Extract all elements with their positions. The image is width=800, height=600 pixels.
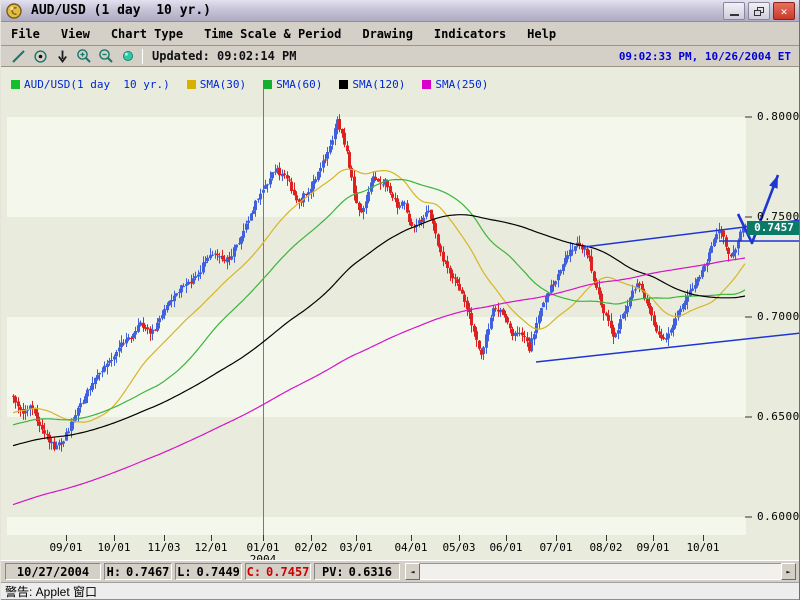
app-window: AUD/USD (1 day 10 yr.) ✕ File View Chart… xyxy=(0,0,800,600)
scroll-left-button[interactable]: ◄ xyxy=(405,563,420,580)
x-axis-label: 08/02 xyxy=(589,541,622,554)
down-arrow-icon[interactable] xyxy=(51,47,73,65)
zoom-out-icon[interactable] xyxy=(95,47,117,65)
close-icon: ✕ xyxy=(781,5,788,18)
x-axis-label: 10/01 xyxy=(686,541,719,554)
legend-swatch xyxy=(11,80,20,89)
dot-marker-icon[interactable] xyxy=(29,47,51,65)
x-axis-label: 12/01 xyxy=(194,541,227,554)
window-title: AUD/USD (1 day 10 yr.) xyxy=(31,3,211,18)
applet-warning-text: 警告: Applet 窗口 xyxy=(5,583,97,600)
menu-view[interactable]: View xyxy=(61,27,90,41)
title-bar: AUD/USD (1 day 10 yr.) ✕ xyxy=(1,0,799,22)
menu-help[interactable]: Help xyxy=(527,27,556,41)
toolbar-separator xyxy=(142,49,143,64)
status-bar: 10/27/2004 H:0.7467 L:0.7449 C:0.7457 PV… xyxy=(1,560,799,582)
x-axis-label: 07/01 xyxy=(539,541,572,554)
x-axis-label: 10/01 xyxy=(97,541,130,554)
x-axis-label: 06/01 xyxy=(489,541,522,554)
legend-swatch xyxy=(422,80,431,89)
restore-icon xyxy=(754,7,764,16)
menu-time-scale-period[interactable]: Time Scale & Period xyxy=(204,27,341,41)
x-axis-label: 09/01 xyxy=(636,541,669,554)
x-axis-label: 02/02 xyxy=(294,541,327,554)
x-axis-label: 05/03 xyxy=(442,541,475,554)
legend-swatch xyxy=(263,80,272,89)
chart-legend: AUD/USD(1 day 10 yr.) SMA(30) SMA(60) SM… xyxy=(11,78,488,91)
status-close: C:0.7457 xyxy=(245,563,311,580)
y-axis-label: 0.8000 xyxy=(757,110,800,123)
legend-item-sma60: SMA(60) xyxy=(263,78,322,91)
y-axis-label: 0.6000 xyxy=(757,510,800,523)
status-pivot: PV:0.6316 xyxy=(314,563,400,580)
close-button[interactable]: ✕ xyxy=(773,2,795,20)
status-ball-icon[interactable] xyxy=(117,47,139,65)
app-coin-icon xyxy=(6,3,22,19)
restore-button[interactable] xyxy=(748,2,770,20)
legend-item-price: AUD/USD(1 day 10 yr.) xyxy=(11,78,170,91)
x-axis-label: 11/03 xyxy=(147,541,180,554)
scroll-right-button[interactable]: ► xyxy=(781,563,796,580)
updated-timestamp: Updated: 09:02:14 PM xyxy=(152,49,297,63)
chart-canvas[interactable] xyxy=(1,67,800,560)
legend-item-sma120: SMA(120) xyxy=(339,78,405,91)
status-date: 10/27/2004 xyxy=(5,563,101,580)
last-price-tag: 0.7457 xyxy=(747,221,800,235)
x-axis-label: 04/01 xyxy=(394,541,427,554)
status-high: H:0.7467 xyxy=(104,563,172,580)
minimize-button[interactable] xyxy=(723,2,745,20)
menu-indicators[interactable]: Indicators xyxy=(434,27,506,41)
menu-drawing[interactable]: Drawing xyxy=(362,27,413,41)
legend-swatch xyxy=(339,80,348,89)
x-axis-label: 03/01 xyxy=(339,541,372,554)
legend-item-sma30: SMA(30) xyxy=(187,78,246,91)
tool-bar: Updated: 09:02:14 PM 09:02:33 PM, 10/26/… xyxy=(1,46,799,67)
y-axis-label: 0.7000 xyxy=(757,310,800,323)
zoom-in-icon[interactable] xyxy=(73,47,95,65)
y-axis-label: 0.6500 xyxy=(757,410,800,423)
menu-file[interactable]: File xyxy=(11,27,40,41)
applet-warning-bar: 警告: Applet 窗口 xyxy=(1,582,799,600)
chart-panel: AUD/USD(1 day 10 yr.) SMA(30) SMA(60) SM… xyxy=(1,67,799,560)
legend-item-sma250: SMA(250) xyxy=(422,78,488,91)
scroll-track[interactable] xyxy=(420,563,781,580)
line-tool-icon[interactable] xyxy=(7,47,29,65)
minimize-icon xyxy=(730,13,739,16)
server-clock: 09:02:33 PM, 10/26/2004 ET xyxy=(619,50,791,63)
status-low: L:0.7449 xyxy=(175,563,242,580)
menu-bar: File View Chart Type Time Scale & Period… xyxy=(1,22,799,46)
x-axis-label: 09/01 xyxy=(49,541,82,554)
horizontal-scrollbar: ◄ ► xyxy=(405,563,796,580)
legend-swatch xyxy=(187,80,196,89)
menu-chart-type[interactable]: Chart Type xyxy=(111,27,183,41)
